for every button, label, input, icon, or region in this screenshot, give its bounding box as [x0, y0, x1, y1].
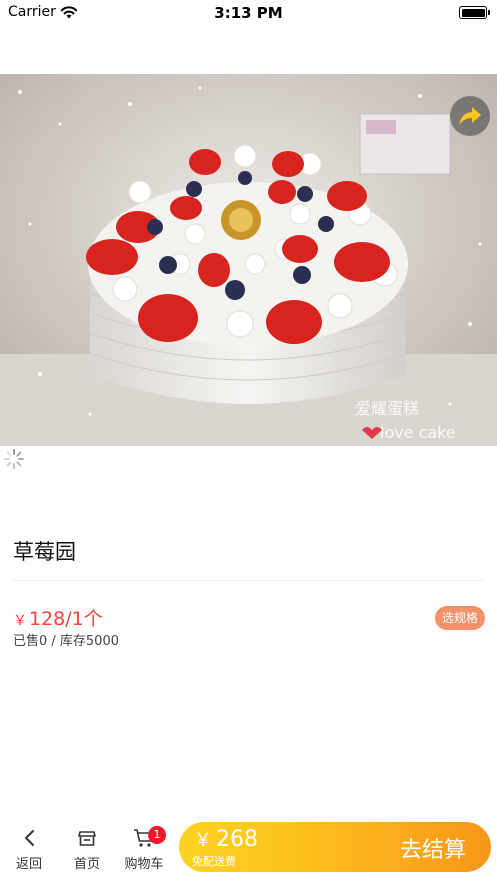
cart-label: 购物车	[124, 857, 164, 872]
cart-button[interactable]: 购物车 1	[122, 826, 166, 872]
total-currency: ￥	[194, 830, 212, 851]
checkout-button[interactable]: ￥ 268 免配送费 去结算	[179, 822, 491, 872]
sales-stock: 已售0 / 库存5000	[13, 634, 119, 649]
cart-badge: 1	[148, 826, 166, 844]
total-value: 268	[216, 827, 258, 852]
price-value: 128/1个	[29, 608, 103, 630]
status-bar: Carrier 3:13 PM	[0, 0, 497, 26]
free-delivery-label: 免配送费	[192, 855, 236, 868]
share-button[interactable]	[450, 96, 490, 136]
home-label: 首页	[73, 857, 100, 872]
back-label: 返回	[15, 857, 42, 872]
product-image[interactable]: 爱耀蛋糕 love cake	[0, 74, 497, 446]
cake-illustration: 爱耀蛋糕 love cake	[0, 74, 497, 446]
total-amount: ￥ 268	[194, 826, 258, 852]
price: ￥ 128/1个	[13, 604, 103, 631]
checkout-label: 去结算	[399, 838, 466, 863]
spinner-icon	[4, 449, 24, 469]
battery-icon	[459, 6, 490, 19]
store-icon	[78, 831, 96, 846]
clock: 3:13 PM	[214, 4, 283, 22]
bottom-bar: 返回 首页 购物车 1 ￥ 268 免配送费 去结算	[0, 815, 497, 883]
home-button[interactable]: 首页	[65, 827, 109, 872]
price-currency: ￥	[13, 613, 27, 629]
product-title: 草莓园	[13, 540, 76, 564]
select-spec-button[interactable]: 选规格	[434, 606, 485, 630]
watermark-cn: 爱耀蛋糕	[355, 399, 419, 418]
chevron-left-icon	[25, 830, 34, 846]
battery-fill	[461, 8, 485, 17]
watermark-en: love cake	[380, 423, 456, 442]
back-button[interactable]: 返回	[7, 827, 51, 872]
divider	[13, 580, 484, 581]
share-arrow-icon	[459, 107, 481, 125]
